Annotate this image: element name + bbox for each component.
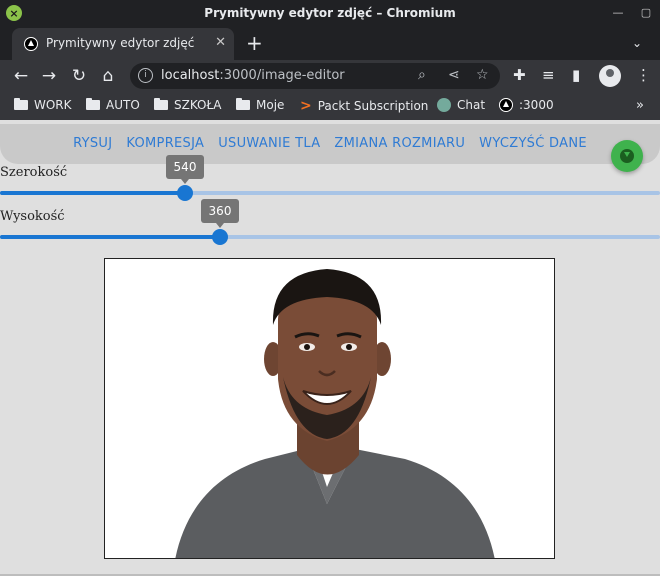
menu-kebab-icon[interactable]: ⋮: [636, 66, 651, 84]
bookmark-auto[interactable]: AUTO: [86, 98, 140, 112]
nextjs-favicon-icon: [499, 98, 513, 112]
extensions-icon[interactable]: ✚: [513, 66, 526, 84]
width-slider-label: Szerokość: [0, 165, 68, 180]
bookmark-moje[interactable]: Moje: [236, 98, 284, 112]
more-bookmarks-icon[interactable]: »: [636, 98, 644, 113]
nav-rysuj[interactable]: RYSUJ: [73, 136, 112, 151]
profile-avatar-icon[interactable]: [599, 65, 621, 87]
portrait-photo: [105, 259, 554, 558]
site-info-icon[interactable]: i: [138, 68, 153, 83]
width-slider-fill: [0, 191, 185, 195]
tab-strip: Prymitywny edytor zdjęć ✕ + ⌄: [0, 28, 660, 60]
download-icon: [620, 149, 634, 163]
nav-kompresja[interactable]: KOMPRESJA: [126, 136, 204, 151]
height-slider-fill: [0, 235, 220, 239]
bookmark-packt[interactable]: > Packt Subscription: [300, 98, 428, 114]
app-navbar: RYSUJ KOMPRESJA USUWANIE TLA ZMIANA ROZM…: [0, 124, 660, 164]
height-value-tooltip: 360: [201, 199, 239, 228]
folder-icon: [154, 98, 168, 110]
width-value-tooltip: 540: [166, 155, 204, 184]
tab-title: Prymitywny edytor zdjęć: [46, 36, 195, 50]
media-control-icon[interactable]: ≡: [542, 66, 555, 84]
width-slider[interactable]: 540: [0, 155, 660, 201]
back-button[interactable]: ←: [10, 65, 32, 87]
width-slider-thumb[interactable]: [177, 185, 193, 201]
bookmark-chat[interactable]: Chat: [437, 98, 485, 112]
address-bar[interactable]: i localhost:3000/image-editor ⌕ ⋖ ☆: [130, 63, 500, 89]
bookmark-star-icon[interactable]: ☆: [476, 67, 489, 83]
bookmark-localhost[interactable]: :3000: [499, 98, 554, 112]
forward-button[interactable]: →: [38, 65, 60, 87]
nav-usuwanie-tla[interactable]: USUWANIE TLA: [218, 136, 320, 151]
minimize-button[interactable]: —: [608, 4, 628, 22]
height-slider-thumb[interactable]: [212, 229, 228, 245]
tab-search-chevron-icon[interactable]: ⌄: [632, 36, 642, 50]
share-icon[interactable]: ⋖: [448, 67, 460, 83]
bookmark-work[interactable]: WORK: [14, 98, 72, 112]
window-titlebar: × Prymitywny edytor zdjęć – Chromium — ▢: [0, 0, 660, 28]
page-content: RYSUJ KOMPRESJA USUWANIE TLA ZMIANA ROZM…: [0, 120, 660, 576]
nav-wyczysc-dane[interactable]: WYCZYŚĆ DANE: [479, 136, 587, 151]
nextjs-favicon-icon: [24, 37, 38, 51]
zoom-icon[interactable]: ⌕: [418, 67, 426, 83]
browser-toolbar: ← → ↻ ⌂ i localhost:3000/image-editor ⌕ …: [0, 60, 660, 92]
chatgpt-logo-icon: [437, 98, 451, 112]
bookmark-szkola[interactable]: SZKOŁA: [154, 98, 221, 112]
height-slider-label: Wysokość: [0, 209, 65, 224]
folder-icon: [236, 98, 250, 110]
maximize-button[interactable]: ▢: [636, 4, 656, 22]
window-title: Prymitywny edytor zdjęć – Chromium: [204, 6, 456, 20]
address-url[interactable]: localhost:3000/image-editor: [161, 68, 345, 83]
folder-icon: [14, 98, 28, 110]
bookmarks-bar: WORK AUTO SZKOŁA Moje > Packt Subscriptio…: [0, 92, 660, 120]
nav-zmiana-rozmiaru[interactable]: ZMIANA ROZMIARU: [334, 136, 465, 151]
home-button[interactable]: ⌂: [97, 65, 119, 87]
folder-icon: [86, 98, 100, 110]
tab-active[interactable]: Prymitywny edytor zdjęć ✕: [12, 28, 234, 60]
side-panel-icon[interactable]: ▮: [572, 66, 580, 84]
close-tab-icon[interactable]: ✕: [215, 35, 226, 50]
image-canvas[interactable]: [104, 258, 555, 559]
packt-logo-icon: >: [300, 98, 312, 114]
reload-button[interactable]: ↻: [68, 65, 90, 87]
download-button[interactable]: [611, 140, 643, 172]
new-tab-button[interactable]: +: [246, 32, 263, 54]
height-slider[interactable]: 360: [0, 199, 660, 245]
